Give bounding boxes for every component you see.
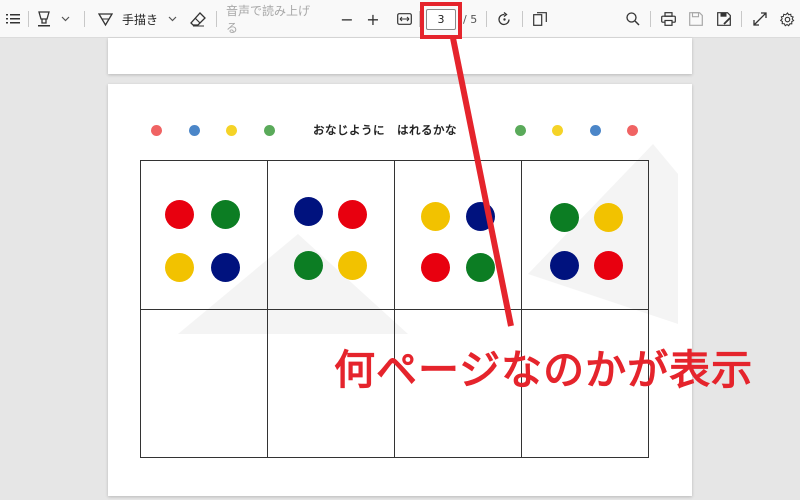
annotation-arrow — [450, 37, 514, 327]
annotation-caption: 何ページなのかが表示 — [334, 346, 754, 394]
